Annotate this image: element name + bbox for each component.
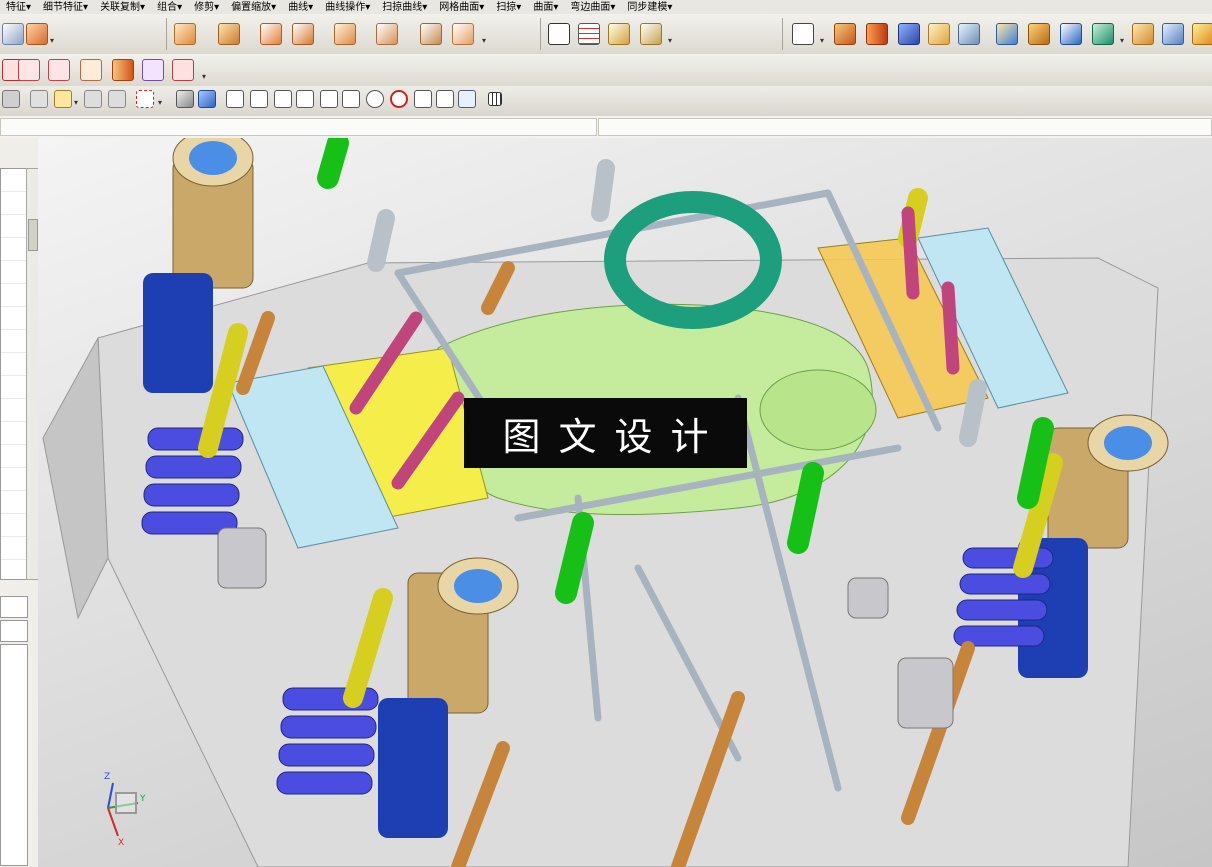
status-field — [0, 118, 597, 136]
graphics-window[interactable]: Z Y X — [38, 138, 1212, 867]
intersection-icon[interactable] — [296, 90, 314, 108]
chevron-down-icon[interactable]: ▾ — [50, 36, 54, 45]
triad-z-label: Z — [104, 772, 111, 782]
shell-icon[interactable] — [452, 23, 474, 45]
point-icon[interactable] — [548, 23, 570, 45]
draft-icon[interactable] — [1092, 23, 1114, 45]
selection-icon[interactable] — [54, 90, 72, 108]
center-icon[interactable] — [18, 59, 40, 81]
panel-section[interactable] — [0, 596, 28, 618]
chevron-down-icon[interactable]: ▾ — [668, 36, 672, 45]
extract-icon[interactable] — [292, 23, 314, 45]
box-select-icon[interactable] — [136, 90, 154, 108]
chevron-down-icon[interactable]: ▾ — [820, 36, 824, 45]
bounded-grid-icon[interactable] — [458, 90, 476, 108]
chevron-down-icon[interactable]: ▾ — [74, 98, 78, 107]
menu-item-curve-ops[interactable]: 曲线操作▾ — [319, 2, 376, 14]
mirror-icon[interactable] — [334, 23, 356, 45]
menu-item-combine[interactable]: 组合▾ — [151, 2, 188, 14]
subtract-icon[interactable] — [26, 23, 48, 45]
shaded-edges-icon[interactable] — [198, 90, 216, 108]
chevron-down-icon[interactable]: ▾ — [202, 72, 206, 81]
menu-item-surface[interactable]: 曲面▾ — [527, 2, 564, 14]
scroll-thumb[interactable] — [28, 219, 38, 251]
control-point-icon[interactable] — [274, 90, 292, 108]
existing-point-icon[interactable] — [390, 90, 408, 108]
chevron-down-icon[interactable]: ▾ — [1120, 36, 1124, 45]
snap-icon[interactable] — [30, 90, 48, 108]
rib-icon[interactable] — [112, 59, 134, 81]
status-field — [598, 118, 1212, 136]
chamfer-icon[interactable] — [1028, 23, 1050, 45]
quadrant-icon[interactable] — [366, 90, 384, 108]
point-on-curve-icon[interactable] — [414, 90, 432, 108]
panel-section[interactable] — [0, 644, 28, 866]
menu-item-feature[interactable]: 特征▾ — [0, 2, 37, 14]
menu-item-trim[interactable]: 修剪▾ — [188, 2, 225, 14]
blend-icon[interactable] — [958, 23, 980, 45]
watermark-banner: 图文设计 — [464, 398, 747, 468]
move-face-icon[interactable] — [996, 23, 1018, 45]
toolbar-secondary: ▾ — [0, 54, 1212, 87]
pattern-icon[interactable] — [376, 23, 398, 45]
offset-region-icon[interactable] — [1132, 23, 1154, 45]
distribute-icon[interactable] — [48, 59, 70, 81]
selection-toolbar: ▾ ▾ — [0, 86, 1212, 117]
tangent-icon[interactable] — [320, 90, 338, 108]
menu-item-associative-copy[interactable]: 关联复制▾ — [94, 2, 151, 14]
hole-icon[interactable] — [1060, 23, 1082, 45]
status-strip — [0, 116, 1212, 139]
dimension-icon[interactable] — [608, 23, 630, 45]
menu-item-curve[interactable]: 曲线▾ — [282, 2, 319, 14]
replace-face-icon[interactable] — [1162, 23, 1184, 45]
menu-item-sweep-curve[interactable]: 扫掠曲线▾ — [376, 2, 433, 14]
resource-panel — [0, 138, 39, 867]
menu-item-flange-surface[interactable]: 弯边曲面▾ — [564, 2, 621, 14]
filter-icon[interactable] — [2, 90, 20, 108]
menu-item-sweep[interactable]: 扫掠▾ — [490, 2, 527, 14]
shaded-icon[interactable] — [176, 90, 194, 108]
cube-icon[interactable] — [898, 23, 920, 45]
resize-icon[interactable] — [1192, 23, 1212, 45]
mold-model — [42, 138, 1169, 867]
chevron-down-icon[interactable]: ▾ — [482, 36, 486, 45]
grid-icon[interactable] — [488, 92, 502, 106]
end-point-icon[interactable] — [226, 90, 244, 108]
sketch-icon[interactable] — [792, 23, 814, 45]
face-icon[interactable] — [928, 23, 950, 45]
point-on-face-icon[interactable] — [436, 90, 454, 108]
panel-section[interactable] — [0, 620, 28, 642]
table-icon[interactable] — [578, 23, 600, 45]
arc-center-icon[interactable] — [342, 90, 360, 108]
triad-x-label: X — [118, 838, 125, 848]
menu-item-mesh-surface[interactable]: 网格曲面▾ — [433, 2, 490, 14]
trim-body-icon[interactable] — [174, 23, 196, 45]
view-triad — [107, 782, 139, 837]
slot-icon[interactable] — [80, 59, 102, 81]
menu-item-detail[interactable]: 细节特征▾ — [37, 2, 94, 14]
triad-y-label: Y — [140, 794, 146, 804]
menu-bar: 特征▾ 细节特征▾ 关联复制▾ 组合▾ 修剪▾ 偏置缩放▾ 曲线▾ 曲线操作▾ 扫掠曲线▾ 网格曲… — [0, 0, 1212, 14]
mid-point-icon[interactable] — [250, 90, 268, 108]
measure-icon[interactable] — [640, 23, 662, 45]
rotate-icon[interactable] — [108, 90, 126, 108]
mold-pad — [759, 369, 877, 451]
split-body-icon[interactable] — [260, 23, 282, 45]
toolbar-main: ▾ ▾ ▾ ▾ ▾ — [0, 14, 1212, 55]
groove-icon[interactable] — [172, 59, 194, 81]
menu-item-sync-modeling[interactable]: 同步建模▾ — [621, 2, 678, 14]
offset-face-icon[interactable] — [218, 23, 240, 45]
plate-side — [42, 336, 109, 620]
pocket-icon[interactable] — [142, 59, 164, 81]
menu-item-offset[interactable]: 偏置缩放▾ — [225, 2, 282, 14]
chevron-down-icon[interactable]: ▾ — [158, 98, 162, 107]
extract-geometry-icon[interactable] — [420, 23, 442, 45]
unite-icon[interactable] — [2, 23, 24, 45]
box-icon[interactable] — [834, 23, 856, 45]
cylinder-icon[interactable] — [866, 23, 888, 45]
navigator-list[interactable] — [0, 168, 28, 580]
view-triad-icon[interactable] — [84, 90, 102, 108]
